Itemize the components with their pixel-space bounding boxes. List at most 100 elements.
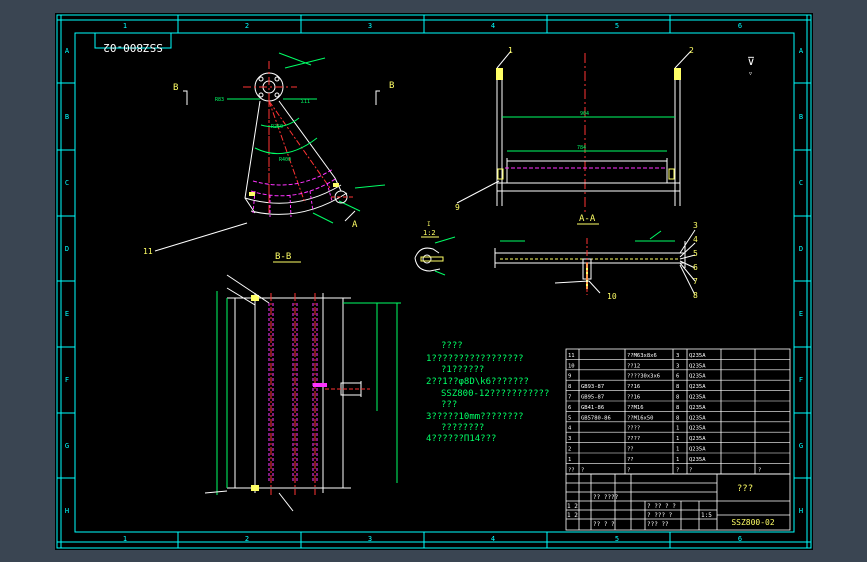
- bom-cell-qty: 6: [676, 374, 679, 380]
- note-line-8: 4??????Π14???: [426, 434, 496, 444]
- bom-cell-no: 11: [568, 353, 575, 359]
- callout-7: 7: [693, 277, 698, 286]
- bom-cell-name: ??16: [627, 384, 640, 390]
- bom-cell-name: ??: [627, 447, 634, 453]
- title-cell-7: ??? ??: [647, 521, 669, 528]
- col-4-top: 4: [491, 22, 495, 30]
- bom-cell-qty: 1: [676, 426, 679, 432]
- note-line-3: 2??1??φ8D\k6???????: [426, 377, 529, 387]
- row-a-left: A: [65, 47, 70, 55]
- col-1-top: 1: [123, 22, 127, 30]
- row-a-right: A: [799, 47, 804, 55]
- bom-cell-no: 6: [568, 405, 571, 411]
- row-f-right: F: [799, 376, 803, 384]
- bom-cell-name: ??16: [627, 395, 640, 401]
- bom-cell-code: GB5780-86: [581, 415, 611, 421]
- svg-text:784: 784: [577, 145, 586, 151]
- drawing-code-rotated: SSZ800-02: [103, 41, 163, 54]
- bom-cell-qty: 8: [676, 384, 679, 390]
- bom-cell-code: GB41-86: [581, 405, 604, 411]
- row-h-right: H: [799, 507, 803, 515]
- detail-scale: 1:2: [423, 229, 436, 237]
- cad-drawing: 1 2 3 4 5 6 1 2 3 4 5 6 A B C D E F G H …: [56, 14, 812, 549]
- title-block-name: ???: [737, 484, 753, 494]
- bom-cell-no: 5: [568, 415, 571, 421]
- bom-cell-mat: Q235A: [689, 415, 706, 421]
- row-f-left: F: [65, 376, 69, 384]
- col-5-top: 5: [615, 22, 619, 30]
- title-block: 1 2 1 2 ?? ???? ? ?? ? ? ? ??? ? ?? ? ? …: [565, 473, 791, 531]
- bom-cell-qty: 8: [676, 395, 679, 401]
- aa-view: 904 784: [456, 50, 692, 213]
- section-b-markers: B B A: [173, 81, 394, 230]
- bom-cell-qty: 8: [676, 405, 679, 411]
- callout-9: 9: [455, 203, 460, 212]
- svg-text:R250: R250: [271, 124, 283, 130]
- title-cell-1: 1 2: [567, 503, 578, 510]
- section-b-label-right: B: [389, 81, 394, 91]
- bom-cell-qty: 1: [676, 436, 679, 442]
- row-markers: A B C D E F G H A B C D E F G H: [57, 47, 811, 515]
- bom-cell-no: 4: [568, 426, 572, 432]
- bom-cell-no: ??: [568, 467, 575, 473]
- bb-view: [204, 274, 401, 512]
- bom-cell-mat: Q235A: [689, 405, 706, 411]
- col-5-bottom: 5: [615, 535, 619, 543]
- bom-cell-mat: Q235A: [689, 395, 706, 401]
- title-cell-2: 1 2: [567, 512, 578, 519]
- bom-cell-code: GB95-87: [581, 395, 604, 401]
- bom-cell-qty: ?: [676, 467, 679, 473]
- callout-4: 4: [693, 235, 698, 244]
- row-b-right: B: [799, 113, 803, 121]
- bom-cell-name: ????: [627, 426, 640, 432]
- bom-cell-qty: 3: [676, 363, 679, 369]
- note-line-7: ????????: [441, 423, 484, 433]
- bom-cell-qty: 8: [676, 415, 679, 421]
- col-4-bottom: 4: [491, 535, 495, 543]
- title-block-code: SSZ800-02: [731, 518, 775, 527]
- drawing-viewport[interactable]: 1 2 3 4 5 6 1 2 3 4 5 6 A B C D E F G H …: [55, 13, 813, 550]
- col-3-bottom: 3: [368, 535, 372, 543]
- callout-8: 8: [693, 291, 698, 300]
- row-b-left: B: [65, 113, 69, 121]
- bom-cell-mat: Q235A: [689, 457, 706, 463]
- callout-3: 3: [693, 221, 698, 230]
- row-g-right: G: [799, 442, 803, 450]
- roughness-mark: ⊽: [747, 55, 755, 68]
- bom-cell-name: ????30x3x6: [627, 374, 660, 380]
- title-block-scale: 1:5: [701, 512, 712, 519]
- row-d-left: D: [65, 245, 69, 253]
- col-6-bottom: 6: [738, 535, 742, 543]
- row-h-left: H: [65, 507, 69, 515]
- title-cell-4: ? ?? ? ?: [647, 503, 676, 510]
- drawing-frame: [56, 14, 812, 549]
- note-line-1: 1?????????????????: [426, 354, 524, 364]
- bom-cell-qty: 1: [676, 457, 679, 463]
- bom-cell-name: ??: [627, 457, 634, 463]
- callout-6: 6: [693, 263, 698, 272]
- bom-cell-no: 9: [568, 374, 571, 380]
- row-d-right: D: [799, 245, 803, 253]
- col-1-bottom: 1: [123, 535, 127, 543]
- section-bb-label: B-B: [275, 252, 291, 262]
- bom-table: 11 ??M63x8x6 3 Q235A10 ??12 3 Q235A9 ????30x3x6…: [565, 348, 791, 475]
- column-markers: 1 2 3 4 5 6 1 2 3 4 5 6: [123, 15, 742, 548]
- callout-1: 1: [508, 46, 513, 55]
- detail-i-view: I 1:2: [414, 221, 456, 276]
- callout-11: 11: [143, 222, 248, 256]
- notes-title: ????: [441, 341, 463, 351]
- bom-cell-mat: Q235A: [689, 353, 706, 359]
- bom-cell-no: 8: [568, 384, 571, 390]
- bom-cell-name: ?: [627, 467, 630, 473]
- row-c-left: C: [65, 179, 69, 187]
- section-aa-label: A-A: [579, 214, 596, 224]
- note-line-6: 3?????10mm????????: [426, 412, 524, 422]
- bom-cell-name: ????: [627, 436, 640, 442]
- detail-id: I: [427, 221, 431, 228]
- bom-cell-mat: Q235A: [689, 436, 706, 442]
- row-e-right: E: [799, 310, 803, 318]
- callout-10: 10: [607, 292, 617, 301]
- bom-cell-code: GB93-87: [581, 384, 604, 390]
- col-2-top: 2: [245, 22, 249, 30]
- col-3-top: 3: [368, 22, 372, 30]
